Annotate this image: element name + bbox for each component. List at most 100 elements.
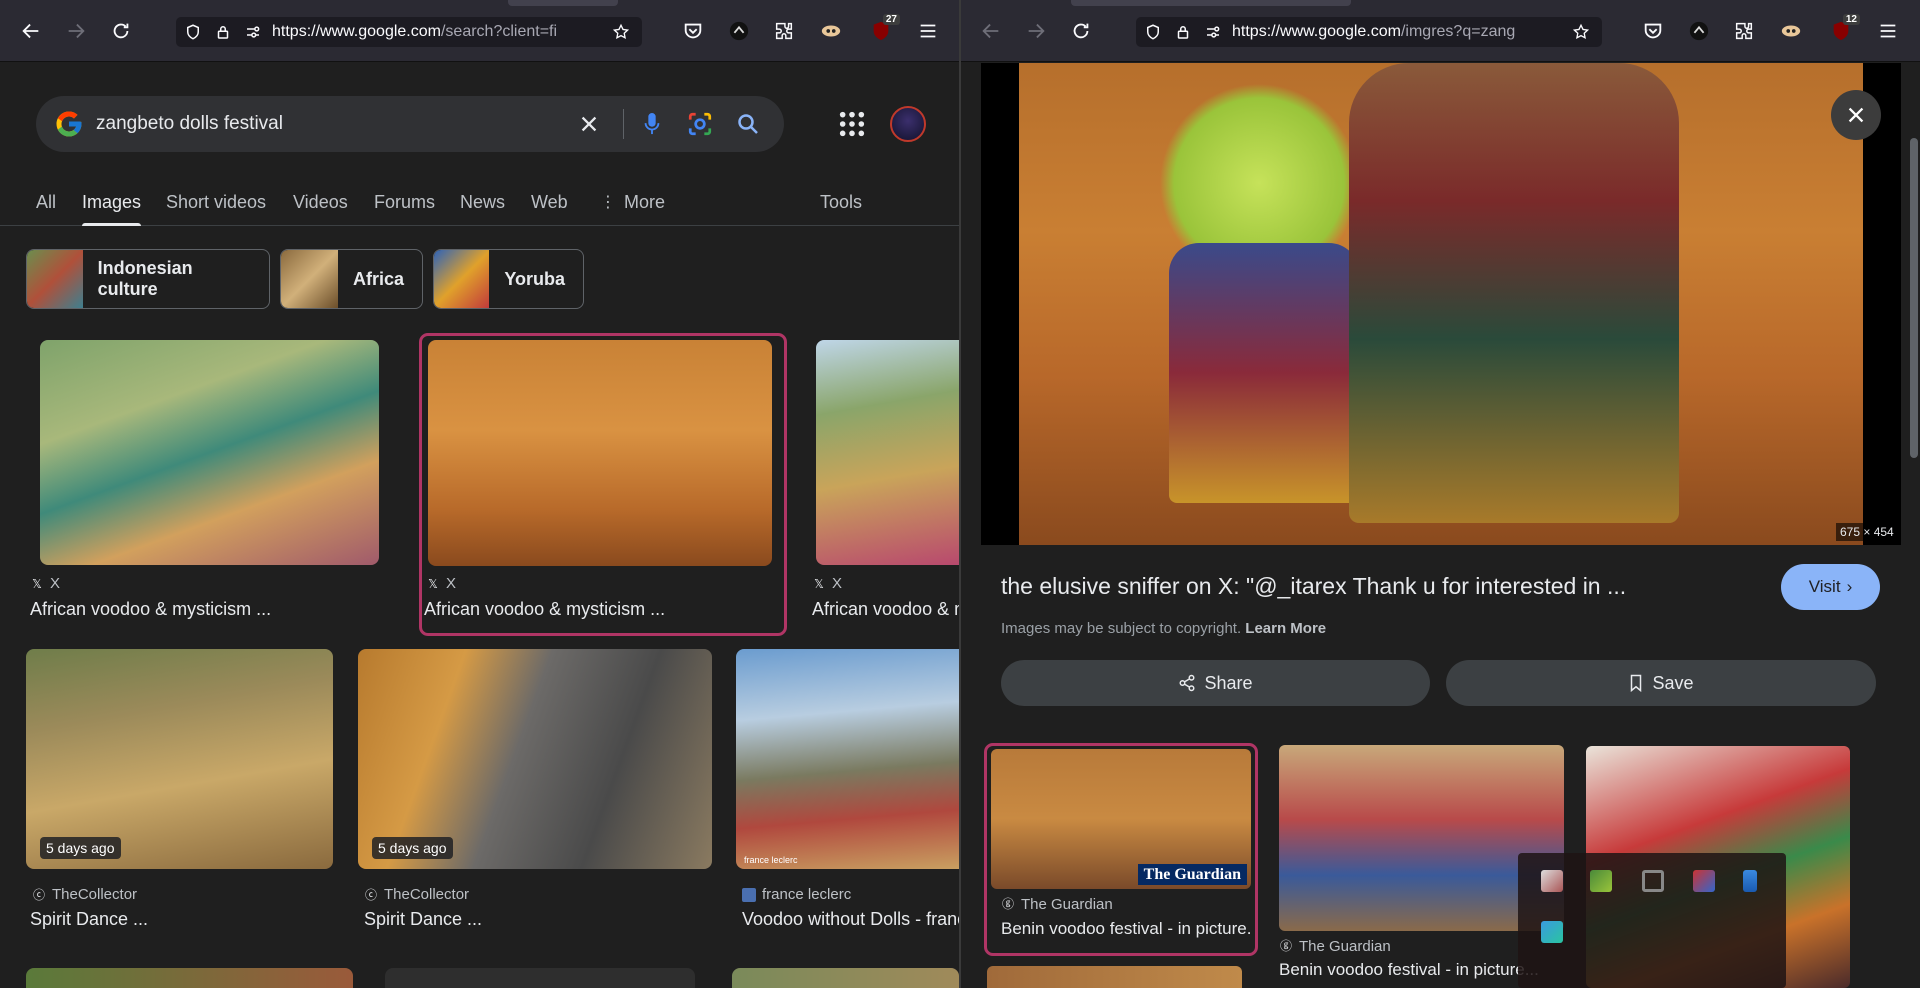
tab-videos[interactable]: Videos (293, 178, 348, 226)
scrollbar-thumb[interactable] (1910, 138, 1918, 458)
result-source[interactable]: ⓖ The Guardian (1001, 896, 1113, 913)
tray-app-icon[interactable] (1642, 870, 1664, 892)
microphone-icon[interactable] (634, 106, 670, 142)
chip-yoruba[interactable]: Yoruba (433, 249, 584, 309)
permissions-icon[interactable] (240, 19, 266, 45)
bookmark-star-icon[interactable] (1568, 19, 1594, 45)
result-thumbnail[interactable] (816, 340, 959, 565)
forward-icon[interactable] (63, 18, 89, 44)
chip-indonesian-culture[interactable]: Indonesian culture (26, 249, 270, 309)
result-source[interactable]: 𝕏X (426, 575, 456, 592)
result-source[interactable]: ⓖ The Guardian (1279, 938, 1391, 955)
learn-more-link[interactable]: Learn More (1245, 620, 1326, 637)
tray-app-icon[interactable] (1693, 870, 1715, 892)
x-logo-icon: 𝕏 (428, 576, 438, 591)
result-thumbnail[interactable]: 5 days ago (26, 649, 333, 869)
visit-button[interactable]: Visit › (1781, 564, 1880, 610)
google-apps-icon[interactable] (838, 110, 866, 138)
result-thumbnail-partial[interactable] (385, 968, 695, 988)
tab-more[interactable]: ⋮ More (600, 178, 665, 226)
address-bar[interactable]: https://www.google.com/imgres?q=zang (1136, 17, 1602, 47)
tray-app-icon[interactable] (1541, 870, 1563, 892)
tab-web[interactable]: Web (531, 178, 568, 226)
forward-icon[interactable] (1023, 18, 1049, 44)
tab-strip-stub[interactable] (1071, 0, 1351, 6)
tray-app-icon[interactable] (1590, 870, 1612, 892)
tray-app-icon[interactable] (1743, 870, 1757, 892)
result-source[interactable]: 𝕏X (30, 575, 60, 592)
image-result[interactable]: 𝕏X African voodoo & m (812, 338, 959, 633)
lens-camera-icon[interactable] (682, 106, 718, 142)
reload-icon[interactable] (1068, 18, 1094, 44)
tab-news[interactable]: News (460, 178, 505, 226)
menu-icon[interactable] (1875, 18, 1901, 44)
search-icon[interactable] (730, 106, 766, 142)
result-thumbnail[interactable]: 5 days ago (358, 649, 712, 869)
extension-eyes-icon[interactable] (1778, 18, 1804, 44)
result-title[interactable]: Spirit Dance ... (364, 909, 704, 930)
result-title[interactable]: Spirit Dance ... (30, 909, 330, 930)
tab-images[interactable]: Images (82, 178, 142, 226)
image-result[interactable]: 5 days ago ⓒ TheCollector Spirit Dance ..… (26, 649, 336, 949)
clear-icon[interactable] (571, 106, 607, 142)
bookmark-star-icon[interactable] (608, 19, 634, 45)
result-title[interactable]: African voodoo & mysticism ... (424, 599, 774, 620)
close-preview-button[interactable] (1831, 90, 1881, 140)
result-thumbnail[interactable] (40, 340, 379, 565)
lock-icon[interactable] (1170, 19, 1196, 45)
related-thumbnail-partial[interactable] (987, 966, 1242, 988)
account-avatar[interactable] (890, 106, 926, 142)
result-title[interactable]: Benin voodoo festival - in picture... (1001, 919, 1251, 939)
related-image-result-selected[interactable]: The Guardian ⓖ The Guardian Benin voodoo … (984, 743, 1258, 956)
tab-all[interactable]: All (36, 178, 56, 226)
menu-icon[interactable] (915, 18, 941, 44)
result-title[interactable]: African voodoo & m (812, 599, 959, 620)
result-thumbnail-partial[interactable] (26, 968, 353, 988)
reload-icon[interactable] (108, 18, 134, 44)
pocket-icon[interactable] (1640, 18, 1666, 44)
result-source[interactable]: ⓒ TheCollector (32, 886, 137, 903)
image-result[interactable]: 𝕏X African voodoo & mysticism ... (26, 338, 396, 633)
result-thumbnail[interactable]: france leclerc (736, 649, 959, 869)
permissions-icon[interactable] (1200, 19, 1226, 45)
back-icon[interactable] (18, 18, 44, 44)
result-title[interactable]: Voodoo without Dolls - franc (742, 909, 959, 930)
lock-icon[interactable] (210, 19, 236, 45)
save-button[interactable]: Save (1446, 660, 1876, 706)
extensions-puzzle-icon[interactable] (771, 18, 797, 44)
extension-avatar-icon[interactable] (1686, 18, 1712, 44)
chip-africa[interactable]: Africa (280, 249, 423, 309)
result-source[interactable]: france leclerc (742, 886, 851, 903)
pocket-icon[interactable] (680, 18, 706, 44)
result-source[interactable]: 𝕏X (812, 575, 842, 592)
image-result[interactable]: 5 days ago ⓒ TheCollector Spirit Dance ..… (358, 649, 713, 949)
result-source[interactable]: ⓒ TheCollector (364, 886, 469, 903)
result-thumbnail-partial[interactable] (732, 968, 959, 988)
shield-icon[interactable] (1140, 19, 1166, 45)
ublock-icon[interactable]: 12 (1828, 14, 1860, 44)
address-bar[interactable]: https://www.google.com/search?client=fi (176, 17, 642, 47)
tab-tools[interactable]: Tools (820, 178, 862, 226)
image-result[interactable]: france leclerc france leclerc Voodoo wit… (736, 649, 959, 949)
ublock-icon[interactable]: 27 (868, 14, 900, 44)
related-thumbnail[interactable]: The Guardian (991, 749, 1251, 889)
tab-strip-stub[interactable] (508, 0, 618, 6)
result-title[interactable]: African voodoo & mysticism ... (30, 599, 390, 620)
extensions-puzzle-icon[interactable] (1731, 18, 1757, 44)
search-box[interactable]: zangbeto dolls festival (36, 96, 784, 152)
search-query[interactable]: zangbeto dolls festival (96, 113, 571, 135)
extension-eyes-icon[interactable] (818, 18, 844, 44)
image-preview-panel: 675 × 454 the elusive sniffer on X: "@_i… (961, 63, 1920, 988)
share-button[interactable]: Share (1001, 660, 1430, 706)
result-thumbnail[interactable] (428, 340, 772, 566)
tray-app-icon[interactable] (1541, 921, 1563, 943)
preview-image[interactable] (1019, 63, 1863, 545)
shield-icon[interactable] (180, 19, 206, 45)
tab-short-videos[interactable]: Short videos (166, 178, 266, 226)
close-icon (1848, 107, 1864, 123)
extension-avatar-icon[interactable] (726, 18, 752, 44)
back-icon[interactable] (978, 18, 1004, 44)
preview-title[interactable]: the elusive sniffer on X: "@_itarex Than… (1001, 573, 1626, 600)
image-result-selected[interactable]: 𝕏X African voodoo & mysticism ... (419, 333, 787, 636)
tab-forums[interactable]: Forums (374, 178, 435, 226)
